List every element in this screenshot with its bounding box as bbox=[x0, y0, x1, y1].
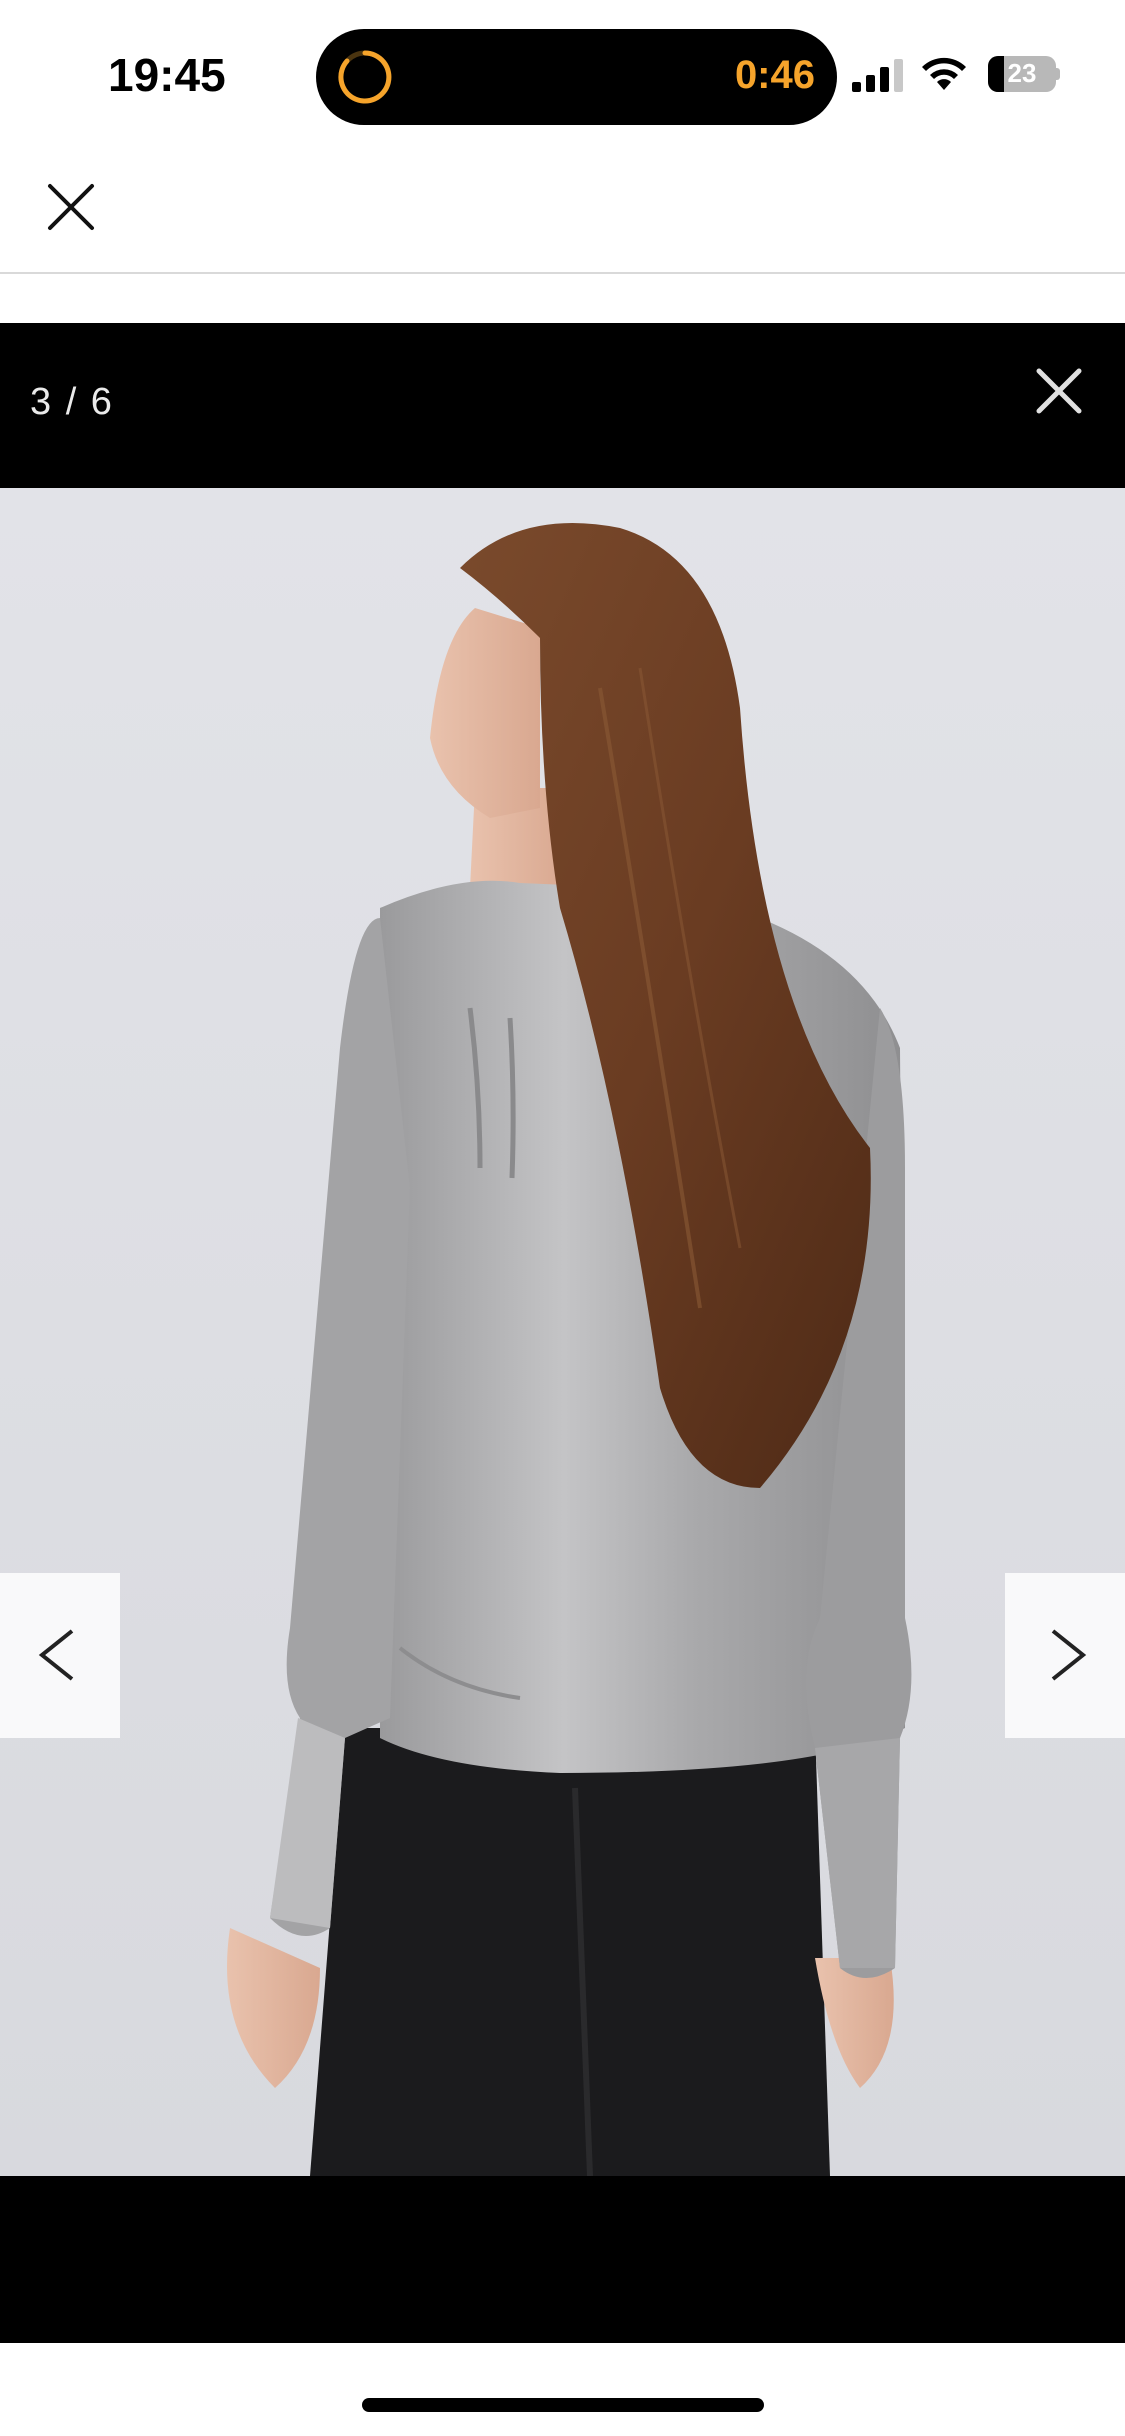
next-image-button[interactable] bbox=[1005, 1573, 1125, 1738]
status-icons: 23 bbox=[850, 54, 1070, 94]
signal-icon bbox=[852, 59, 903, 92]
gallery-close-icon[interactable] bbox=[1033, 365, 1085, 417]
chevron-right-icon bbox=[1051, 1629, 1087, 1681]
image-counter: 3 / 6 bbox=[30, 381, 114, 423]
battery-body: 23 bbox=[988, 56, 1056, 92]
gallery-footer bbox=[0, 2176, 1125, 2343]
status-bar: 19:45 0:46 23 bbox=[0, 0, 1125, 150]
close-icon[interactable] bbox=[42, 178, 100, 236]
top-bar bbox=[0, 150, 1125, 274]
dynamic-island[interactable]: 0:46 bbox=[316, 29, 837, 125]
image-gallery: 3 / 6 bbox=[0, 323, 1125, 2343]
previous-image-button[interactable] bbox=[0, 1573, 120, 1738]
product-photo-illustration bbox=[0, 488, 1125, 2176]
battery-cap bbox=[1056, 68, 1060, 80]
timer-icon bbox=[338, 50, 392, 104]
battery-icon: 23 bbox=[988, 56, 1060, 92]
status-time: 19:45 bbox=[108, 49, 226, 101]
chevron-left-icon bbox=[38, 1629, 74, 1681]
wifi-icon bbox=[922, 57, 966, 90]
product-image-viewer: 19:45 0:46 23 3 / 6 bbox=[0, 0, 1125, 2436]
product-photo[interactable] bbox=[0, 488, 1125, 2176]
gallery-header: 3 / 6 bbox=[0, 323, 1125, 488]
timer-text: 0:46 bbox=[734, 53, 815, 97]
battery-level: 23 bbox=[1007, 58, 1037, 88]
home-indicator[interactable] bbox=[362, 2398, 764, 2412]
